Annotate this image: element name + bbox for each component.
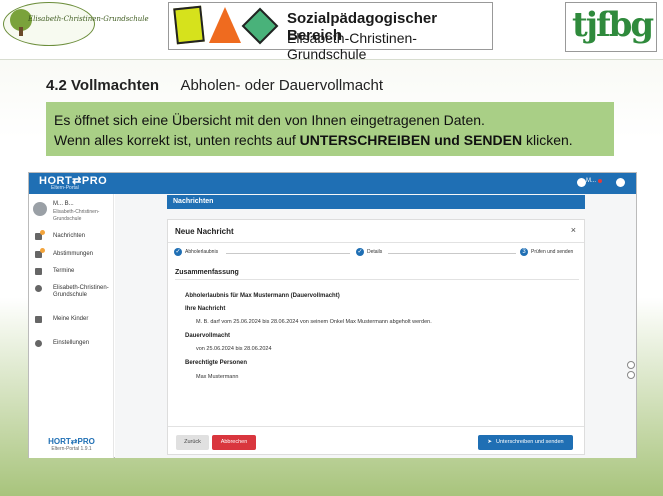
cancel-button[interactable]: Abbrechen [212, 435, 256, 450]
notification-dot [598, 179, 602, 183]
topbar-user-name[interactable]: M... [586, 178, 596, 184]
instruction-line-1: Es öffnet sich eine Übersicht mit den vo… [54, 112, 485, 128]
badge [40, 230, 45, 235]
section-title: 4.2 Vollmachten Abholen- oder Dauervollm… [46, 77, 383, 94]
section-subtitle: Abholen- oder Dauervollmacht [180, 77, 384, 94]
sidebar-item-meine-kinder[interactable]: Meine Kinder [29, 314, 114, 328]
people-icon [35, 316, 42, 323]
message-text: M. B. darf vom 25.06.2024 bis 28.06.2024… [196, 319, 432, 325]
sidebar-item-nachrichten[interactable]: Nachrichten [29, 230, 114, 245]
school-logo: Elisabeth-Christinen-Grundschule [3, 2, 149, 46]
footer-version: Eltern-Portal 1.9.1 [51, 446, 92, 452]
tjfbg-logo: tjfbg [565, 2, 657, 52]
stepper: ✓ Abholerlaubnis ✓ Details 3 Prüfen und … [174, 248, 574, 256]
sidebar-item-abstimmungen[interactable]: Abstimmungen [29, 248, 114, 263]
user-avatar-icon[interactable] [577, 178, 586, 187]
close-icon[interactable]: × [571, 225, 576, 235]
brand-subtitle: Eltern-Portal [51, 185, 79, 191]
sidebar-item-einstellungen[interactable]: Einstellungen [29, 338, 114, 352]
sidebar-item-termine[interactable]: Termine [29, 266, 114, 280]
permission-text: von 25.06.2024 bis 28.06.2024 [196, 346, 272, 352]
gear-icon [35, 340, 42, 347]
department-logo: Sozialpädagogischer Bereich Elisabeth-Ch… [168, 2, 493, 62]
green-face-icon [241, 7, 279, 45]
back-button[interactable]: Zurück [176, 435, 209, 450]
footer-brand: HORT⇄PRO [48, 437, 95, 446]
check-icon: ✓ [174, 248, 182, 256]
main-content: Nachrichten Neue Nachricht × ✓ Abholerla… [115, 194, 636, 458]
account-icon[interactable] [616, 178, 625, 187]
yellow-face-icon [173, 5, 205, 45]
instruction-box: Es öffnet sich eine Übersicht mit den vo… [46, 102, 614, 156]
side-widget-icon[interactable] [627, 361, 635, 369]
sidebar-footer: HORT⇄PRO Eltern-Portal 1.9.1 [29, 437, 114, 452]
sidebar-user-name: M... B... [53, 201, 74, 207]
tjfbg-logo-text: tjfbg [572, 5, 654, 45]
persons-heading: Berechtigte Personen [185, 360, 248, 366]
sign-and-send-button[interactable]: ➤ Unterschreiben und senden [478, 435, 573, 450]
settings-widget-icon[interactable] [627, 371, 635, 379]
app-topbar: HORT⇄PRO Eltern-Portal M... [29, 173, 636, 194]
instruction-bold: UNTERSCHREIBEN und SENDEN [299, 132, 523, 148]
sidebar-item-school[interactable]: Elisabeth-Christinen-Grundschule [29, 283, 114, 303]
section-number: 4.2 Vollmachten [46, 77, 160, 94]
persons-text: Max Mustermann [196, 374, 239, 380]
avatar [33, 202, 47, 216]
summary-subject: Abholerlaubnis für Max Mustermann (Dauer… [185, 293, 340, 299]
new-message-dialog: Neue Nachricht × ✓ Abholerlaubnis ✓ Deta… [167, 219, 585, 455]
permission-heading: Dauervollmacht [185, 333, 231, 339]
page-title: Nachrichten [167, 195, 585, 209]
slide-header: Elisabeth-Christinen-Grundschule Sozialp… [0, 0, 663, 62]
check-icon: ✓ [356, 248, 364, 256]
school-logo-text: Elisabeth-Christinen-Grundschule [28, 15, 149, 23]
sidebar-user-school: Elisabeth-Christinen-Grundschule [53, 209, 100, 222]
sidebar-user[interactable]: M... B... Elisabeth-Christinen-Grundschu… [33, 200, 113, 226]
summary-heading: Zusammenfassung [175, 269, 239, 276]
department-subtitle: Elisabeth-Christinen-Grundschule [287, 30, 417, 62]
message-heading: Ihre Nachricht [185, 306, 226, 312]
app-window: HORT⇄PRO Eltern-Portal M... M... B... El… [28, 172, 637, 458]
calendar-icon [35, 268, 42, 275]
orange-face-icon [209, 7, 241, 43]
dialog-title: Neue Nachricht [175, 227, 234, 236]
instruction-line-2: Wenn alles korrekt ist, unten rechts auf… [54, 132, 573, 148]
step-number: 3 [520, 248, 528, 256]
badge [40, 248, 45, 253]
send-icon: ➤ [487, 439, 493, 445]
info-icon [35, 285, 42, 292]
sidebar: M... B... Elisabeth-Christinen-Grundschu… [29, 194, 114, 458]
